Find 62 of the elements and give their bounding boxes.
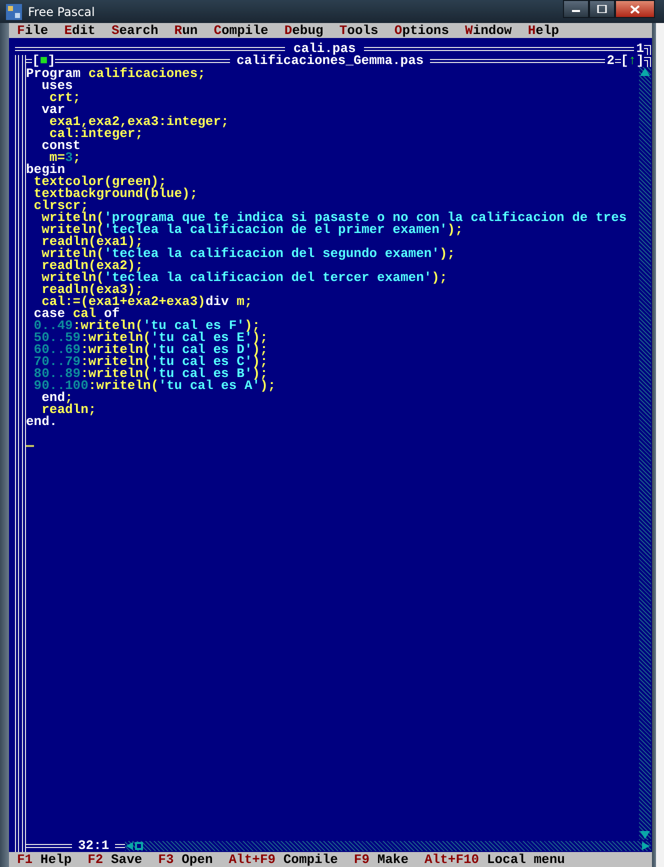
code-line: writeln('programa que te indica si pasaste o no con la calificacion de tres	[42, 212, 628, 224]
maximize-button[interactable]	[589, 0, 615, 18]
menu-item[interactable]: Search	[111, 23, 158, 38]
menu-item[interactable]: File	[17, 23, 48, 38]
menu-item[interactable]: Edit	[64, 23, 96, 38]
menu-item[interactable]: Run	[174, 23, 198, 38]
code-line: const	[40, 140, 81, 152]
code-line: writeln('teclea la calificacion del segundo examen');	[40, 248, 456, 260]
code-line: Program calificaciones;	[26, 68, 206, 80]
code-line: clrscr;	[32, 200, 88, 212]
code-line: readln(exa3);	[40, 284, 144, 296]
code-line: readln(exa1);	[40, 236, 144, 248]
maximize-icon	[597, 5, 607, 13]
zoom-box[interactable]: [↑]	[620, 55, 644, 67]
code-line: begin	[26, 164, 66, 176]
code-line: uses	[42, 80, 73, 92]
code-line: end.	[26, 416, 58, 428]
code-line: 80..89:writeln('tu cal es B');	[32, 368, 268, 380]
close-icon	[630, 4, 640, 14]
code-line: m=3;	[49, 152, 82, 164]
shortcut-hint[interactable]: F9 Make	[354, 852, 409, 867]
shortcut-hint[interactable]: Alt+F10 Local menu	[424, 852, 565, 867]
shortcut-hint[interactable]: F3 Open	[158, 852, 213, 867]
shortcut-hint[interactable]: F2 Save	[88, 852, 142, 867]
editor-title: calificaciones_Gemma.pas	[235, 55, 425, 67]
code-line: 0..49:writeln('tu cal es F');	[32, 320, 260, 332]
code-line: exa1,exa2,exa3:integer;	[48, 116, 230, 128]
menu-item[interactable]: Debug	[284, 23, 324, 38]
shortcut-hint[interactable]: F1 Help	[17, 852, 72, 867]
scroll-up-icon	[639, 67, 651, 77]
window-number: 2	[606, 55, 615, 67]
code-line: writeln('teclea la calificacion del tercer examen');	[40, 272, 448, 284]
menu-item[interactable]: Options	[394, 23, 449, 38]
code-line: cal:integer;	[49, 128, 144, 140]
code-line: readln(exa2);	[40, 260, 144, 272]
code-line: 90..100:writeln('tu cal es A');	[32, 380, 277, 392]
code-line: writeln('teclea la calificacion de el primer examen');	[40, 224, 464, 236]
app-icon	[6, 4, 22, 20]
minimize-button[interactable]	[563, 0, 589, 18]
menu-item[interactable]: Help	[528, 23, 560, 38]
code-line: 50..59:writeln('tu cal es E');	[32, 332, 269, 344]
code-line: textbackground(blue);	[32, 188, 199, 200]
code-line: var	[40, 104, 66, 116]
window-title: cali.pas	[293, 43, 356, 55]
menu-item[interactable]: Compile	[214, 23, 268, 38]
close-box[interactable]: [■]	[32, 55, 56, 67]
code-line: textcolor(green);	[34, 176, 166, 188]
code-line: 60..69:writeln('tu cal es D');	[32, 344, 269, 356]
text-cursor	[26, 444, 34, 447]
window-title: Free Pascal	[28, 4, 95, 18]
code-line: 70..79:writeln('tu cal es C');	[32, 356, 269, 368]
code-line: readln;	[42, 404, 98, 416]
shortcut-hint[interactable]: Alt+F9 Compile	[228, 852, 338, 867]
code-line: cal:=(exa1+exa2+exa3)div m;	[40, 296, 254, 308]
window-number: 1	[635, 43, 644, 55]
cursor-position: 32:1	[77, 840, 110, 852]
menu-item[interactable]: Window	[465, 23, 512, 38]
close-button[interactable]	[615, 0, 655, 18]
menu-item[interactable]: Tools	[339, 23, 378, 38]
code-line: crt;	[48, 92, 82, 104]
code-line: case cal of	[32, 308, 120, 320]
code-line: end;	[40, 392, 73, 404]
